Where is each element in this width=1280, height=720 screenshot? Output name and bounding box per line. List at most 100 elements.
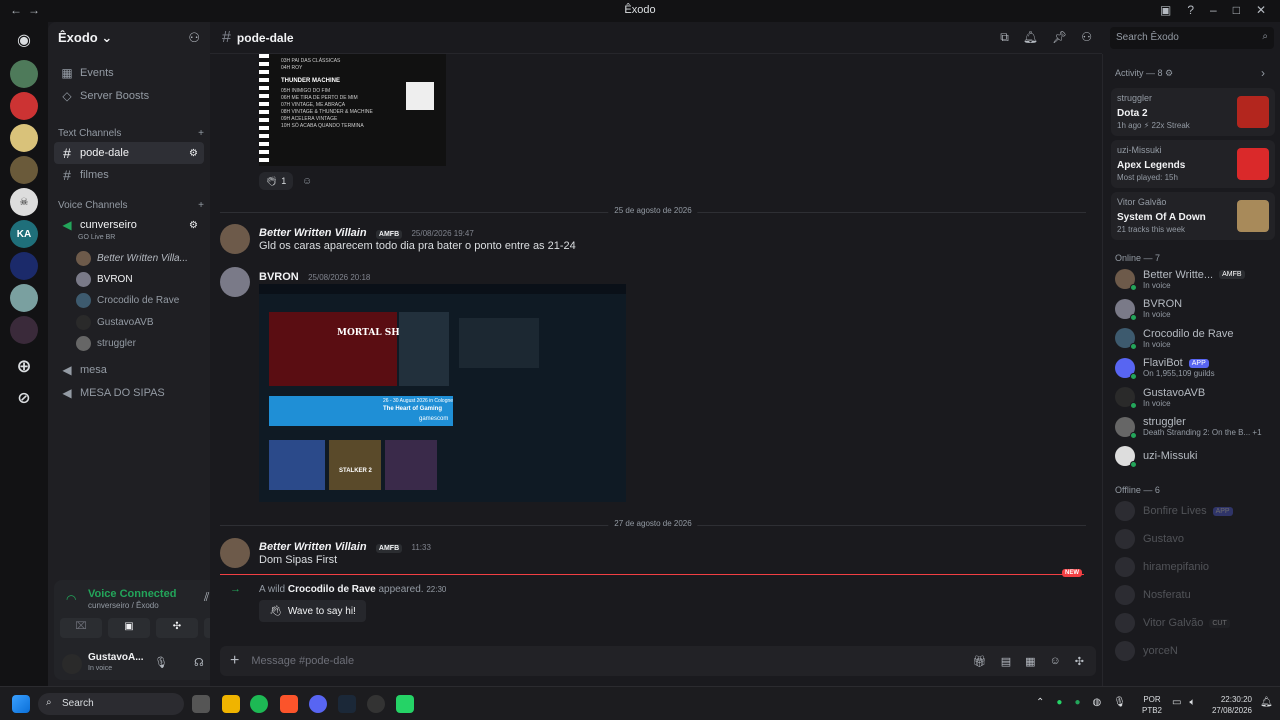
member-row[interactable]: struggler Death Stranding 2: On the B... … bbox=[1115, 414, 1277, 440]
activity-card[interactable]: uzi-Missuki Apex Legends Most played: 15… bbox=[1111, 140, 1275, 188]
voice-user[interactable]: Better Written Villa... bbox=[76, 248, 188, 268]
server-icon[interactable] bbox=[10, 156, 38, 184]
user-name[interactable]: GustavoA... bbox=[88, 652, 144, 663]
taskbar-search[interactable]: ⌕ Search bbox=[38, 693, 184, 715]
inbox-icon[interactable]: ▣ bbox=[1160, 3, 1171, 17]
server-icon[interactable]: KA bbox=[10, 220, 38, 248]
member-row[interactable]: hiramepifanio bbox=[1115, 554, 1277, 580]
activity-header[interactable]: Activity — 8 ⚙ bbox=[1115, 68, 1173, 79]
voice-location[interactable]: cunverseiro / Êxodo bbox=[88, 601, 159, 610]
author-name[interactable]: BVRON bbox=[259, 271, 299, 283]
add-reaction-icon[interactable]: ☺ bbox=[302, 176, 312, 187]
activity-card[interactable]: struggler Dota 2 1h ago ⚡ 22x Streak bbox=[1111, 88, 1275, 136]
discord-icon[interactable] bbox=[309, 695, 327, 713]
add-channel-icon[interactable]: + bbox=[198, 200, 204, 211]
member-row[interactable]: Gustavo bbox=[1115, 526, 1277, 552]
voice-user[interactable]: Crocodilo de Rave bbox=[76, 290, 179, 310]
add-attachment-icon[interactable]: + bbox=[230, 652, 239, 670]
events-item[interactable]: ▦ Events bbox=[54, 62, 204, 84]
threads-icon[interactable]: ⧉ bbox=[1000, 30, 1009, 45]
whatsapp-tray-icon[interactable]: ● bbox=[1056, 697, 1062, 708]
add-member-icon[interactable]: ⚇ bbox=[188, 30, 200, 46]
voice-user[interactable]: struggler bbox=[76, 333, 136, 353]
wave-button[interactable]: 👋︎ Wave to say hi! bbox=[259, 600, 366, 622]
headphones-icon[interactable]: ☊ bbox=[194, 656, 204, 669]
member-row[interactable]: BVRON In voice bbox=[1115, 296, 1277, 322]
members-icon[interactable]: ⚇ bbox=[1081, 30, 1092, 45]
server-icon[interactable] bbox=[10, 124, 38, 152]
add-server-icon[interactable]: ⊕ bbox=[10, 352, 38, 380]
steam-icon[interactable] bbox=[338, 695, 356, 713]
guild-tag[interactable]: AMFB bbox=[375, 544, 403, 553]
help-icon[interactable]: ? bbox=[1187, 3, 1194, 17]
screenshot-attachment[interactable]: MORTAL SHELL II 26 - 30 August 2026 in C… bbox=[259, 284, 626, 502]
gif-icon[interactable]: ▤ bbox=[1001, 655, 1011, 668]
guild-tag[interactable]: AMFB bbox=[375, 230, 403, 239]
member-row[interactable]: FlaviBot APP On 1,955,109 guilds bbox=[1115, 355, 1277, 381]
avatar[interactable] bbox=[62, 654, 82, 674]
notifications-icon[interactable]: 🔔︎ bbox=[1260, 697, 1273, 708]
avatar[interactable] bbox=[220, 224, 250, 254]
bell-icon[interactable]: 🔔︎ bbox=[1023, 30, 1038, 45]
text-category[interactable]: Text Channels + bbox=[58, 128, 204, 139]
mic-icon[interactable]: 🎙︎ bbox=[154, 656, 168, 669]
camera-off-button[interactable]: ⌧ bbox=[60, 618, 102, 638]
voice-channel-cunverseiro[interactable]: ◀ cunverseiro ⚙ bbox=[54, 214, 204, 236]
app-icon[interactable] bbox=[367, 695, 385, 713]
activities-button[interactable]: ✣ bbox=[156, 618, 198, 638]
maximize-icon[interactable]: □ bbox=[1233, 3, 1240, 17]
server-icon[interactable] bbox=[10, 316, 38, 344]
member-row[interactable]: Nosferatu bbox=[1115, 582, 1277, 608]
reaction-chip[interactable]: 👏︎ 1 bbox=[259, 172, 293, 190]
file-explorer-icon[interactable] bbox=[222, 695, 240, 713]
poster-image[interactable]: THUNDER MACHINE 03H PAI DAS CLÁSSICAS 04… bbox=[259, 54, 446, 166]
author-name[interactable]: Better Written Villain bbox=[259, 227, 367, 239]
steam-tray-icon[interactable]: ◍ bbox=[1092, 697, 1101, 708]
channel-pode-dale[interactable]: # pode-dale ⚙ bbox=[54, 142, 204, 164]
member-row[interactable]: uzi-Missuki bbox=[1115, 443, 1277, 469]
member-row[interactable]: Better Writte... AMFB In voice bbox=[1115, 266, 1277, 292]
apps-icon[interactable]: ✣ bbox=[1075, 655, 1084, 668]
task-view-icon[interactable] bbox=[192, 695, 210, 713]
add-channel-icon[interactable]: + bbox=[198, 128, 204, 139]
settings-icon[interactable]: ⚙ bbox=[189, 148, 198, 159]
server-icon[interactable] bbox=[10, 92, 38, 120]
emoji-icon[interactable]: ☺ bbox=[1050, 655, 1061, 668]
activity-card[interactable]: Vitor Galvão System Of A Down 21 tracks … bbox=[1111, 192, 1275, 240]
avatar[interactable] bbox=[220, 267, 250, 297]
chevron-up-icon[interactable]: ⌃ bbox=[1036, 697, 1044, 708]
clock[interactable]: 22:30:20 27/08/2026 bbox=[1204, 694, 1252, 716]
status-icons[interactable]: ▭ 🔈︎ bbox=[1172, 697, 1195, 708]
brave-icon[interactable] bbox=[280, 695, 298, 713]
member-row[interactable]: yorceN bbox=[1115, 638, 1277, 664]
voice-user[interactable]: GustavoAVB bbox=[76, 312, 154, 332]
mic-tray-icon[interactable]: 🎙︎ bbox=[1113, 697, 1126, 708]
voice-user[interactable]: BVRON bbox=[76, 269, 133, 289]
member-row[interactable]: GustavoAVB In voice bbox=[1115, 384, 1277, 410]
member-row[interactable]: Bonfire Lives APP bbox=[1115, 498, 1277, 524]
noise-suppression-icon[interactable]: ⫽ bbox=[204, 590, 209, 605]
gift-icon[interactable]: 🎁︎ bbox=[973, 655, 987, 668]
tray-icon[interactable]: ● bbox=[1074, 697, 1080, 708]
avatar[interactable] bbox=[220, 538, 250, 568]
pin-icon[interactable]: 📌︎ bbox=[1052, 30, 1067, 45]
server-icon[interactable] bbox=[10, 60, 38, 88]
skull-server-icon[interactable]: ☠ bbox=[10, 188, 38, 216]
system-tray[interactable]: ⌃ ● ● ◍ 🎙︎ bbox=[1036, 697, 1126, 708]
search-input[interactable]: Search Êxodo ⌕ bbox=[1110, 27, 1274, 49]
member-row[interactable]: Vitor Galvão CUT bbox=[1115, 610, 1277, 636]
server-header[interactable]: Êxodo ⌄ ⚇ bbox=[48, 22, 210, 54]
sticker-icon[interactable]: ▦ bbox=[1025, 655, 1035, 668]
windows-start-icon[interactable] bbox=[12, 695, 30, 713]
boosts-item[interactable]: ◇ Server Boosts bbox=[54, 85, 204, 107]
voice-channel-mesa-do-sipas[interactable]: ◀ MESA DO SIPAS bbox=[54, 382, 204, 404]
chevron-right-icon[interactable]: › bbox=[1261, 66, 1265, 80]
discord-home-icon[interactable]: ◉ bbox=[10, 26, 38, 54]
spotify-icon[interactable] bbox=[250, 695, 268, 713]
server-icon[interactable] bbox=[10, 252, 38, 280]
discover-icon[interactable]: ⊘ bbox=[10, 384, 38, 412]
author-name[interactable]: Better Written Villain bbox=[259, 541, 367, 553]
member-row[interactable]: Crocodilo de Rave In voice bbox=[1115, 325, 1277, 351]
channel-filmes[interactable]: # filmes bbox=[54, 164, 204, 186]
close-icon[interactable]: ✕ bbox=[1256, 3, 1266, 17]
